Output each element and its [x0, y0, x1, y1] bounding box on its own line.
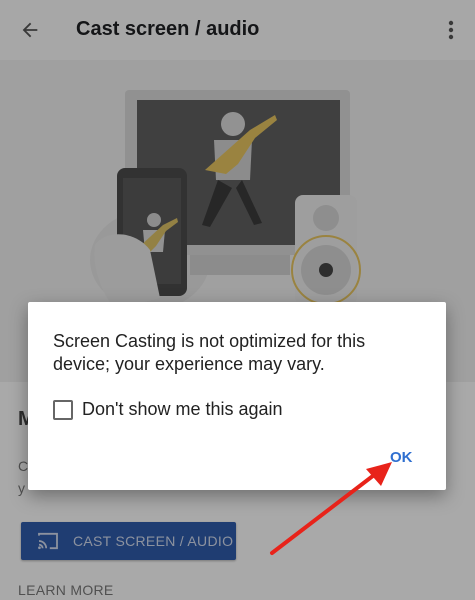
dont-show-again-label[interactable]: Don't show me this again [82, 399, 283, 420]
dialog-message: Screen Casting is not optimized for this… [53, 331, 366, 374]
casting-warning-dialog: Screen Casting is not optimized for this… [28, 302, 446, 490]
dialog-scrim[interactable] [0, 0, 475, 600]
dont-show-again-checkbox[interactable] [53, 399, 73, 420]
ok-button[interactable]: OK [390, 449, 413, 466]
dont-show-again-row[interactable]: Don't show me this again [53, 399, 283, 420]
